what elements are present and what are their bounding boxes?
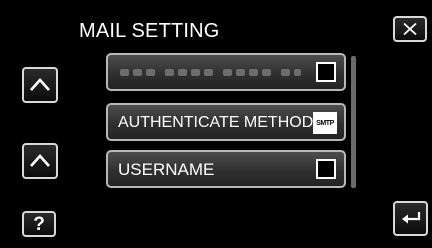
smtp-badge: SMTP: [313, 112, 337, 134]
menu-item-username[interactable]: USERNAME: [106, 150, 346, 188]
help-button[interactable]: ?: [22, 211, 56, 237]
page-title: MAIL SETTING: [79, 20, 220, 42]
menu-item-label: USERNAME: [118, 160, 215, 179]
item-checkbox: [316, 159, 336, 179]
item-checkbox: [316, 62, 336, 82]
mail-setting-screen: MAIL SETTING ? AUTHENTICATE METHOD SMTP …: [0, 0, 432, 248]
redacted-label: [120, 69, 301, 76]
menu-item-authenticate-method[interactable]: AUTHENTICATE METHOD SMTP: [106, 103, 346, 141]
chevron-up-icon: [30, 78, 50, 91]
scroll-up-button[interactable]: [22, 67, 58, 103]
back-button[interactable]: [393, 201, 428, 236]
close-x-icon: [403, 22, 417, 36]
return-arrow-icon: [401, 211, 420, 223]
menu-item-label: AUTHENTICATE METHOD: [118, 114, 314, 131]
close-button[interactable]: [393, 16, 427, 42]
page-up-button[interactable]: [22, 143, 58, 179]
scrollbar[interactable]: [351, 56, 356, 188]
chevron-up-icon: [30, 154, 50, 167]
menu-item-redacted[interactable]: [106, 53, 346, 91]
help-question-icon: ?: [33, 213, 45, 235]
